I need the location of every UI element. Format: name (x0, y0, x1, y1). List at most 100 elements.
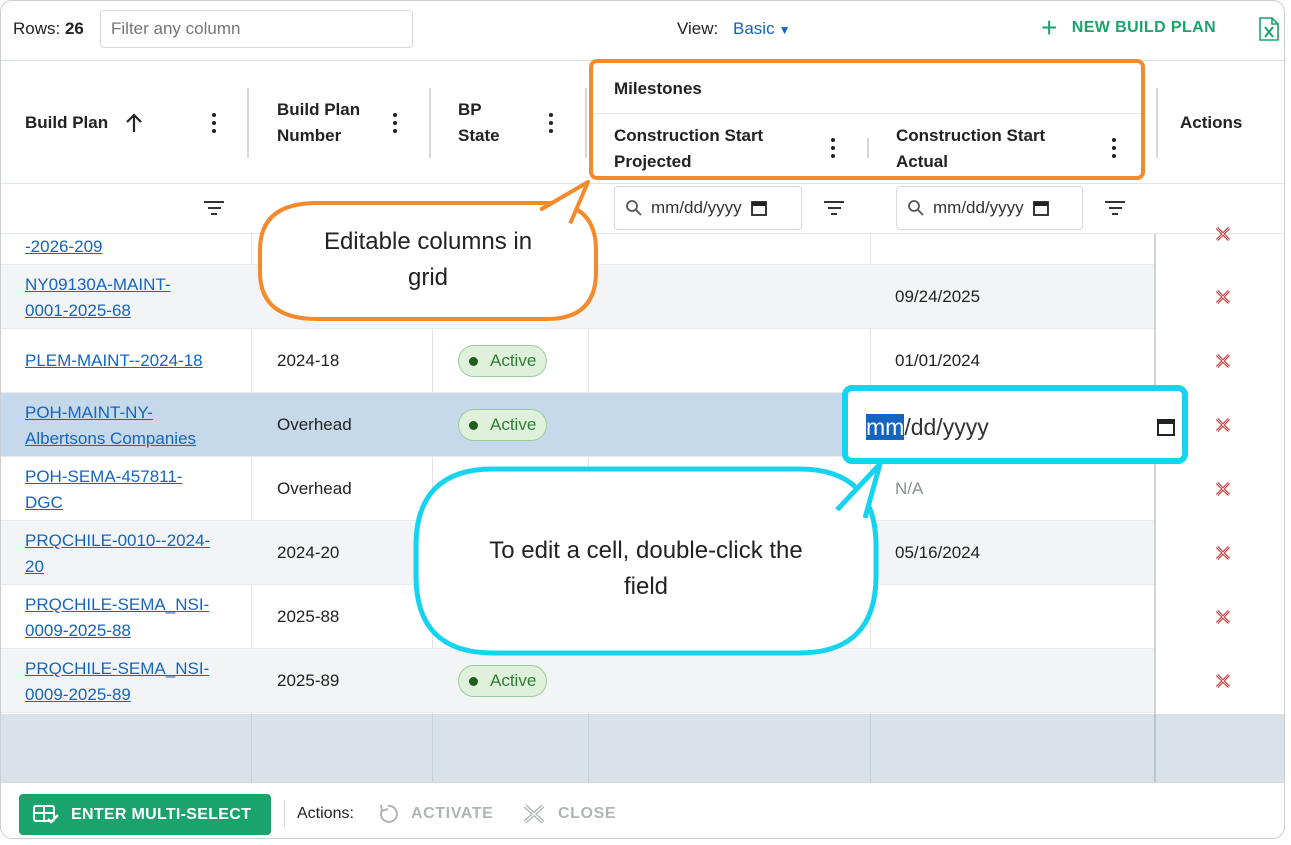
build-plan-link-line2: DGC (25, 493, 63, 512)
column-line (1154, 714, 1156, 782)
delete-icon[interactable] (1214, 288, 1232, 306)
build-plan-link-line1: PRQCHILE-0010--2024- (25, 531, 211, 550)
status-badge: Active (458, 345, 548, 377)
editable-columns-callout-line2: grid (407, 264, 449, 291)
sort-ascending-icon[interactable] (125, 113, 143, 133)
construction-start-actual-cell[interactable]: 09/24/2025 (895, 284, 980, 310)
status-badge-label: Active (490, 351, 537, 370)
delete-icon[interactable] (1214, 672, 1232, 690)
column-header-build-plan[interactable]: Build Plan (25, 110, 108, 136)
build-plan-number-cell: Overhead (277, 415, 352, 434)
close-x-icon (523, 804, 545, 824)
status-badge: Active (458, 665, 548, 697)
build-plan-link-line1: POH-MAINT-NY- (25, 403, 153, 422)
column-menu-icon[interactable] (211, 113, 217, 135)
projected-date-filter[interactable]: mm/dd/yyyy (614, 186, 802, 230)
build-plan-link[interactable]: PRQCHILE-0010--2024- 20 (25, 528, 210, 580)
column-menu-icon[interactable] (392, 113, 398, 135)
enter-multi-select-button[interactable]: ENTER MULTI-SELECT (19, 794, 271, 835)
filter-icon[interactable] (824, 201, 844, 215)
double-click-callout-line2: field (623, 573, 669, 600)
construction-start-actual-cell[interactable]: 05/16/2024 (895, 540, 980, 566)
search-icon (908, 200, 924, 216)
calendar-icon[interactable] (750, 199, 768, 217)
calendar-icon[interactable] (1156, 417, 1176, 437)
status-badge: Active (458, 409, 548, 441)
actual-date-filter[interactable]: mm/dd/yyyy (896, 186, 1083, 230)
column-header-build-plan-number-line2: Number (277, 126, 342, 145)
editable-date-cell[interactable]: mm/dd/yyyy (842, 385, 1188, 464)
column-header-actions: Actions (1180, 113, 1243, 132)
callout-pointer (540, 180, 590, 230)
build-plan-link-line2: 0009-2025-89 (25, 685, 131, 704)
milestones-highlight-box (589, 59, 1145, 180)
status-dot-icon (469, 420, 478, 430)
build-plan-number-cell: 2024-18 (277, 351, 340, 370)
delete-icon[interactable] (1214, 608, 1232, 626)
build-plan-link[interactable]: PRQCHILE-SEMA_NSI- 0009-2025-88 (25, 592, 209, 644)
actions-label: Actions: (297, 805, 354, 822)
close-label: CLOSE (558, 805, 617, 822)
delete-icon[interactable] (1214, 544, 1232, 562)
table-row[interactable]: PLEM-MAINT--2024-18 2024-18 Active 01/01… (1, 329, 1154, 393)
column-filter-row: mm/dd/yyyy mm/dd/yyyy (1, 184, 1284, 234)
editable-columns-callout-text: Editable columns in grid (257, 224, 599, 296)
row-count-value: 26 (64, 19, 84, 38)
build-plan-number-cell: 2024-20 (277, 543, 340, 562)
build-plan-link-line2: Albertsons Companies (25, 429, 197, 448)
build-plan-link[interactable]: POH-SEMA-457811- DGC (25, 464, 182, 516)
column-header-bp-state[interactable]: BP State (458, 97, 500, 149)
view-dropdown-value: Basic (733, 19, 775, 38)
new-build-plan-button[interactable]: + NEW BUILD PLAN (1041, 12, 1217, 43)
column-divider (585, 88, 587, 158)
construction-start-actual-cell[interactable]: N/A (895, 476, 923, 502)
delete-icon[interactable] (1214, 352, 1232, 370)
filter-icon[interactable] (1105, 201, 1125, 215)
plus-icon: + (1041, 12, 1058, 43)
build-plan-link-line2: 0009-2025-88 (25, 621, 131, 640)
status-dot-icon (469, 356, 478, 366)
construction-start-actual-cell[interactable]: 01/01/2024 (895, 348, 980, 374)
date-edit-remaining: /dd/yyyy (904, 414, 989, 440)
column-header-bp-state-line2: State (458, 126, 500, 145)
table-row[interactable]: PRQCHILE-SEMA_NSI- 0009-2025-89 2025-89 … (1, 649, 1154, 713)
build-plan-link-line2: 0001-2025-68 (25, 301, 131, 320)
filter-any-column-input[interactable] (100, 10, 413, 48)
calendar-icon[interactable] (1032, 199, 1050, 217)
column-menu-icon[interactable] (548, 113, 554, 135)
callout-pointer (835, 461, 883, 520)
activate-button[interactable]: ACTIVATE (377, 803, 493, 825)
build-plan-link[interactable]: -2026-209 (25, 234, 103, 260)
delete-icon[interactable] (1214, 225, 1232, 243)
column-header-build-plan-number[interactable]: Build Plan Number (277, 97, 360, 149)
projected-date-filter-placeholder: mm/dd/yyyy (651, 198, 742, 217)
grid-toolbar: Rows: 26 View: Basic▼ + NEW BUILD PLAN (1, 1, 1284, 61)
close-button[interactable]: CLOSE (522, 803, 616, 825)
delete-icon[interactable] (1214, 416, 1232, 434)
activate-label: ACTIVATE (411, 805, 494, 822)
build-plan-number-cell: Overhead (277, 479, 352, 498)
column-header-bp-state-line1: BP (458, 100, 482, 119)
build-plan-link-line1: PRQCHILE-SEMA_NSI- (25, 659, 210, 678)
status-dot-icon (469, 676, 478, 686)
column-divider (247, 88, 249, 158)
build-plan-link-line1: NY09130A-MAINT- (25, 275, 171, 294)
build-plan-link[interactable]: PLEM-MAINT--2024-18 (25, 348, 203, 374)
delete-icon[interactable] (1214, 480, 1232, 498)
view-dropdown[interactable]: Basic ▼ (733, 19, 790, 39)
enter-multi-select-label: ENTER MULTI-SELECT (71, 805, 252, 823)
new-build-plan-label: NEW BUILD PLAN (1071, 19, 1217, 36)
column-divider (429, 88, 431, 158)
build-plan-link[interactable]: NY09130A-MAINT- 0001-2025-68 (25, 272, 171, 324)
build-plan-link-line2: 20 (25, 557, 44, 576)
excel-export-icon[interactable] (1259, 17, 1279, 41)
empty-grid-area (1, 714, 1284, 782)
build-plan-link[interactable]: POH-MAINT-NY- Albertsons Companies (25, 400, 196, 452)
actual-date-filter-placeholder: mm/dd/yyyy (933, 198, 1024, 217)
build-plan-number-cell: 2025-88 (277, 607, 340, 626)
filter-icon[interactable] (204, 201, 224, 215)
multi-select-icon (33, 804, 59, 824)
date-edit-input[interactable]: mm/dd/yyyy (866, 414, 989, 441)
column-line (432, 714, 433, 782)
build-plan-link[interactable]: PRQCHILE-SEMA_NSI- 0009-2025-89 (25, 656, 209, 708)
